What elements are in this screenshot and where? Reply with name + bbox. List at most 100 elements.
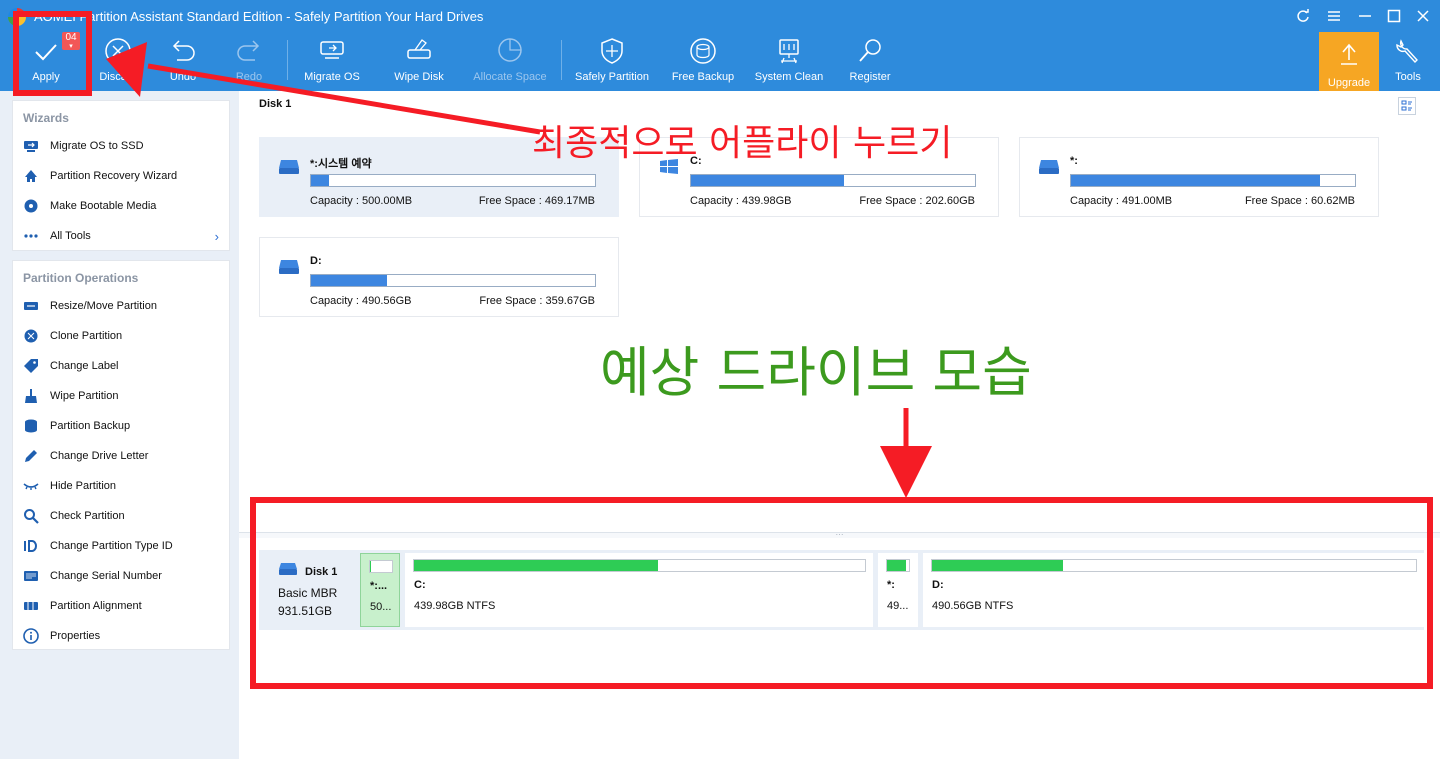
drive-icon [279, 260, 299, 274]
toolbar-separator [561, 40, 562, 80]
toolbar-separator [287, 40, 288, 80]
key-search-icon [859, 39, 881, 62]
menu-icon[interactable] [1323, 6, 1345, 26]
apply-highlight-box [13, 11, 92, 96]
wrench-icon [1396, 39, 1418, 64]
capacity-text: Capacity : 491.00MB [1070, 195, 1173, 207]
capacity-text: Capacity : 439.98GB [690, 195, 792, 207]
migrate-os-label: Migrate OS [304, 71, 360, 83]
redo-icon [237, 40, 260, 61]
sidebar-item-partition-backup[interactable]: Partition Backup [13, 411, 229, 441]
sidebar-item-label: Check Partition [50, 510, 125, 522]
sidebar-item-all-tools[interactable]: All Tools › [13, 221, 229, 251]
recovery-icon [25, 170, 37, 182]
window-title: AOMEI Partition Assistant Standard Editi… [34, 9, 484, 24]
sidebar-item-wipe-partition[interactable]: Wipe Partition [13, 381, 229, 411]
partition-name: *: [1070, 155, 1078, 167]
tools-button[interactable]: Tools [1368, 36, 1440, 88]
sidebar-item-label: Hide Partition [50, 480, 117, 492]
sidebar-item-partition-alignment[interactable]: Partition Alignment [13, 591, 229, 621]
allocate-space-label: Allocate Space [473, 71, 547, 83]
sidebar-item-label: Migrate OS to SSD [50, 140, 144, 152]
usage-bar [690, 174, 976, 187]
eye-closed-icon [23, 483, 39, 490]
allocate-space-button[interactable]: Allocate Space [470, 36, 550, 88]
partition-operations-panel: Partition Operations Resize/Move Partiti… [12, 260, 230, 650]
sidebar-item-clone-partition[interactable]: Clone Partition [13, 321, 229, 351]
partition-card-unlettered[interactable]: *: Capacity : 491.00MB Free Space : 60.6… [1019, 137, 1379, 217]
free-space-text: Free Space : 469.17MB [478, 195, 595, 207]
apply-annotation-text: 최종적으로 어플라이 누르기 [532, 123, 953, 164]
usage-bar [310, 174, 596, 187]
drive-icon [1039, 160, 1059, 174]
wipe-disk-icon [407, 39, 431, 59]
chevron-right-icon: › [214, 228, 219, 244]
wipe-disk-button[interactable]: Wipe Disk [379, 36, 459, 88]
title-bar: AOMEI Partition Assistant Standard Editi… [0, 0, 1440, 32]
undo-icon [172, 40, 195, 61]
sidebar-item-label: Resize/Move Partition [50, 300, 157, 312]
free-backup-button[interactable]: Free Backup [663, 36, 743, 88]
sidebar-item-label: Make Bootable Media [50, 200, 157, 212]
pencil-icon [25, 450, 37, 462]
sidebar-item-properties[interactable]: Properties [13, 621, 229, 651]
sidebar-item-change-partition-type-id[interactable]: Change Partition Type ID [13, 531, 229, 561]
magnifier-icon [24, 509, 39, 524]
safely-partition-button[interactable]: Safely Partition [572, 36, 652, 88]
system-clean-button[interactable]: System Clean [749, 36, 829, 88]
system-clean-label: System Clean [754, 71, 824, 83]
usage-fill [691, 175, 845, 186]
migrate-os-button[interactable]: Migrate OS [292, 36, 372, 88]
sidebar-item-change-drive-letter[interactable]: Change Drive Letter [13, 441, 229, 471]
sidebar-item-migrate-os-to-ssd[interactable]: Migrate OS to SSD [13, 131, 229, 161]
free-backup-label: Free Backup [671, 71, 735, 83]
register-button[interactable]: Register [830, 36, 910, 88]
wipe-disk-label: Wipe Disk [394, 71, 444, 83]
drive-icon [279, 160, 299, 174]
maximize-icon[interactable] [1383, 6, 1405, 26]
sidebar: Wizards Migrate OS to SSD Partition Reco… [0, 91, 239, 759]
sidebar-item-label: Partition Alignment [50, 600, 142, 612]
sidebar-item-change-serial-number[interactable]: Change Serial Number [13, 561, 229, 591]
broom-icon [25, 389, 37, 403]
usage-bar [310, 274, 596, 287]
resize-icon [24, 302, 38, 310]
partition-card-d[interactable]: D: Capacity : 490.56GB Free Space : 359.… [259, 237, 619, 317]
sidebar-item-partition-recovery-wizard[interactable]: Partition Recovery Wizard [13, 161, 229, 191]
redo-label: Redo [235, 71, 263, 83]
sidebar-item-check-partition[interactable]: Check Partition [13, 501, 229, 531]
close-icon[interactable] [1412, 6, 1434, 26]
sidebar-item-change-label[interactable]: Change Label [13, 351, 229, 381]
sidebar-item-label: Change Partition Type ID [50, 540, 173, 552]
dots-icon [24, 234, 38, 238]
sidebar-item-hide-partition[interactable]: Hide Partition [13, 471, 229, 501]
refresh-icon[interactable] [1292, 6, 1314, 26]
sidebar-item-label: Clone Partition [50, 330, 123, 342]
capacity-text: Capacity : 490.56GB [310, 295, 412, 307]
operations-title: Partition Operations [23, 271, 139, 285]
sidebar-item-label: Change Label [50, 360, 119, 372]
sidebar-item-label: Wipe Partition [50, 390, 119, 402]
disk-title: Disk 1 [259, 98, 292, 110]
sidebar-item-label: Properties [50, 630, 101, 642]
view-toggle-button[interactable] [1398, 97, 1416, 115]
upgrade-icon [1341, 43, 1357, 65]
expected-drive-highlight-box [250, 497, 1433, 689]
register-label: Register [849, 71, 891, 83]
backup-icon [690, 38, 716, 64]
allocate-space-icon [498, 38, 522, 62]
free-space-text: Free Space : 359.67GB [479, 295, 595, 307]
bootable-media-icon [24, 199, 38, 213]
sidebar-item-label: Change Drive Letter [50, 450, 149, 462]
sidebar-item-make-bootable-media[interactable]: Make Bootable Media [13, 191, 229, 221]
tag-icon [24, 359, 38, 373]
minimize-icon[interactable] [1354, 6, 1376, 26]
discard-icon [105, 38, 131, 64]
info-icon [23, 628, 39, 644]
serial-icon [24, 571, 38, 581]
shield-icon [601, 38, 623, 64]
wizards-title: Wizards [23, 111, 69, 125]
sidebar-item-resize-move-partition[interactable]: Resize/Move Partition [13, 291, 229, 321]
redo-button[interactable]: Redo [209, 36, 289, 88]
clone-icon [24, 329, 38, 343]
